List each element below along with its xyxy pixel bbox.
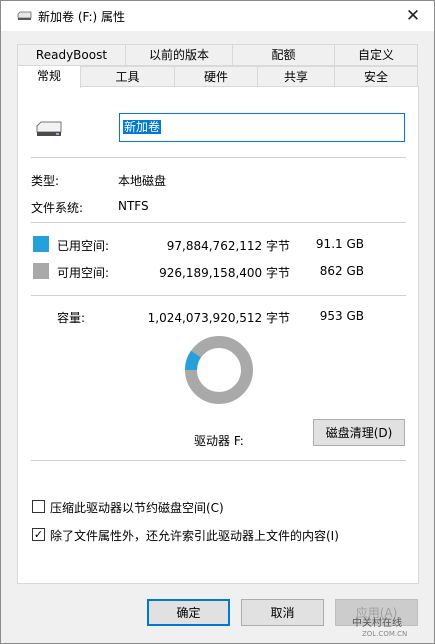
drive-icon — [36, 121, 62, 136]
compress-label[interactable]: 压缩此驱动器以节约磁盘空间(C) — [50, 499, 224, 516]
capacity-gb: 953 GB — [319, 309, 364, 323]
type-value: 本地磁盘 — [118, 174, 167, 188]
separator — [31, 157, 406, 158]
drive-letter-label: 驱动器 F: — [194, 434, 244, 448]
window-title: 新加卷 (F:) 属性 — [38, 10, 126, 24]
tab-readyboost[interactable]: ReadyBoost — [17, 44, 126, 66]
tab-customize[interactable]: 自定义 — [334, 44, 418, 66]
cancel-button[interactable]: 取消 — [241, 599, 324, 626]
tab-sharing[interactable]: 共享 — [257, 66, 335, 88]
free-space-swatch — [33, 263, 49, 279]
used-space-label: 已用空间: — [57, 239, 110, 253]
tab-previous-versions[interactable]: 以前的版本 — [125, 44, 233, 66]
filesystem-label: 文件系统: — [31, 201, 84, 215]
tab-security[interactable]: 安全 — [334, 66, 418, 88]
index-label[interactable]: 除了文件属性外，还允许索引此驱动器上文件的内容(I) — [50, 527, 339, 544]
tab-quota[interactable]: 配额 — [232, 44, 335, 66]
title-bar[interactable]: 新加卷 (F:) 属性 ✕ — [1, 1, 434, 31]
type-label: 类型: — [31, 174, 60, 188]
separator — [31, 460, 406, 461]
tab-hardware[interactable]: 硬件 — [174, 66, 258, 88]
tab-general[interactable]: 常规 — [17, 65, 81, 88]
used-space-swatch — [33, 236, 49, 252]
svg-text:ZOL.COM.CN: ZOL.COM.CN — [362, 630, 407, 638]
capacity-label: 容量: — [57, 311, 86, 325]
drive-icon — [17, 11, 32, 20]
tab-tools[interactable]: 工具 — [80, 66, 175, 88]
volume-name-input[interactable]: 新加卷 — [119, 113, 405, 142]
used-space-gb: 91.1 GB — [315, 237, 364, 251]
free-space-bytes: 926,189,158,400 字节 — [159, 266, 290, 280]
free-space-label: 可用空间: — [57, 266, 110, 280]
disk-cleanup-button[interactable]: 磁盘清理(D) — [313, 419, 405, 446]
close-button[interactable]: ✕ — [400, 5, 426, 27]
general-panel: 新加卷 类型: 本地磁盘 文件系统: NTFS 已用空间: 97,884,762… — [17, 86, 419, 584]
used-space-bytes: 97,884,762,112 字节 — [166, 239, 290, 253]
free-space-arc — [185, 336, 253, 404]
zol-watermark-logo: 中关村在线 ZOL.COM.CN — [352, 616, 407, 638]
index-checkbox[interactable]: ✓ — [32, 528, 45, 541]
separator — [31, 222, 406, 223]
compress-checkbox[interactable] — [32, 500, 45, 513]
separator — [31, 295, 406, 296]
disk-usage-donut — [185, 336, 253, 404]
ok-button[interactable]: 确定 — [147, 599, 230, 626]
free-space-gb: 862 GB — [319, 264, 364, 278]
svg-text:中关村在线: 中关村在线 — [352, 616, 402, 629]
properties-window: 新加卷 (F:) 属性 ✕ ReadyBoost 以前的版本 配额 自定义 常规… — [0, 0, 435, 644]
filesystem-value: NTFS — [118, 199, 149, 213]
capacity-bytes: 1,024,073,920,512 字节 — [147, 311, 290, 325]
